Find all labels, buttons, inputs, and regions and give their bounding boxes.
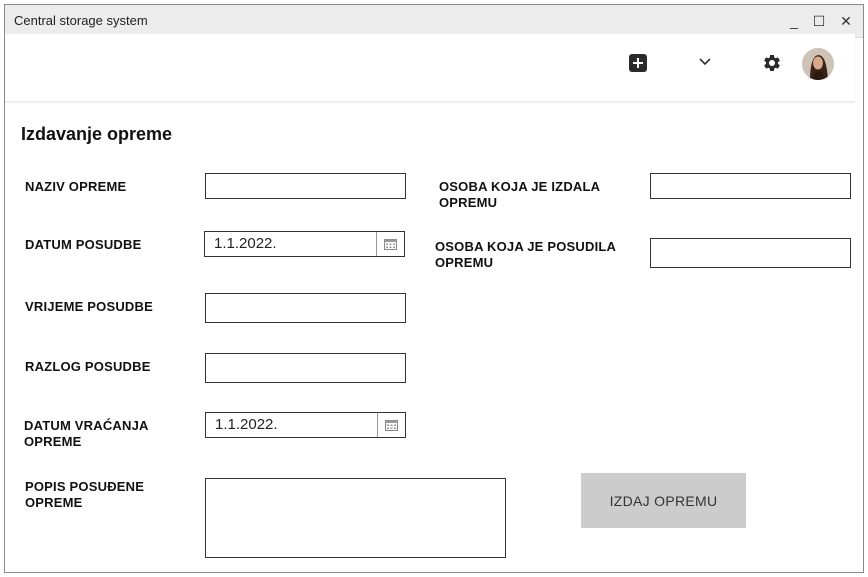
popis-label-line2: OPREME xyxy=(25,495,83,510)
page-title: Izdavanje opreme xyxy=(21,124,173,144)
osoba-posudila-label-line2: OPREMU xyxy=(435,255,494,270)
datum-vracanja-field[interactable]: 1.1.2022. xyxy=(205,412,406,438)
avatar[interactable] xyxy=(802,48,834,80)
datum-vracanja-label-line2: OPREME xyxy=(24,434,82,449)
naziv-opreme-input[interactable] xyxy=(205,173,406,199)
plus-square-icon[interactable] xyxy=(629,54,647,72)
datum-vracanja-label: DATUM VRAĆANJA OPREME xyxy=(24,418,149,450)
gear-icon[interactable] xyxy=(762,53,782,73)
vrijeme-posudbe-label: VRIJEME POSUDBE xyxy=(25,299,153,314)
close-button[interactable]: ✕ xyxy=(835,10,857,32)
izdaj-opremu-button[interactable]: IZDAJ OPREMU xyxy=(581,473,746,528)
maximize-button[interactable]: ☐ xyxy=(808,10,830,32)
razlog-posudbe-input[interactable] xyxy=(205,353,406,383)
top-toolbar xyxy=(5,34,855,102)
datum-posudbe-field[interactable]: 1.1.2022. xyxy=(204,231,405,257)
datum-vracanja-value: 1.1.2022. xyxy=(215,416,278,433)
chevron-down-icon[interactable] xyxy=(695,52,715,72)
popis-label-line1: POPIS POSUĐENE xyxy=(25,479,145,494)
osoba-posudila-label: OSOBA KOJA JE POSUDILA OPREMU xyxy=(435,239,616,271)
window-title: Central storage system xyxy=(14,13,148,28)
osoba-izdala-input[interactable] xyxy=(650,173,851,199)
vrijeme-posudbe-input[interactable] xyxy=(205,293,406,323)
razlog-posudbe-label: RAZLOG POSUDBE xyxy=(25,359,151,374)
popis-label: POPIS POSUĐENE OPREME xyxy=(25,479,144,511)
datum-vracanja-label-line1: DATUM VRAĆANJA xyxy=(24,418,149,433)
osoba-izdala-label-line2: OPREMU xyxy=(439,195,498,210)
datum-posudbe-value: 1.1.2022. xyxy=(214,235,277,252)
osoba-posudila-input[interactable] xyxy=(650,238,851,268)
calendar-icon[interactable] xyxy=(377,413,405,437)
popis-textarea[interactable] xyxy=(205,478,506,558)
calendar-icon[interactable] xyxy=(376,232,404,256)
naziv-opreme-label: NAZIV OPREME xyxy=(25,179,127,194)
osoba-posudila-label-line1: OSOBA KOJA JE POSUDILA xyxy=(435,239,617,254)
datum-posudbe-label: DATUM POSUDBE xyxy=(25,237,142,252)
osoba-izdala-label-line1: OSOBA KOJA JE IZDALA xyxy=(439,179,601,194)
osoba-izdala-label: OSOBA KOJA JE IZDALA OPREMU xyxy=(439,179,600,211)
minimize-button[interactable]: _ xyxy=(783,10,805,32)
